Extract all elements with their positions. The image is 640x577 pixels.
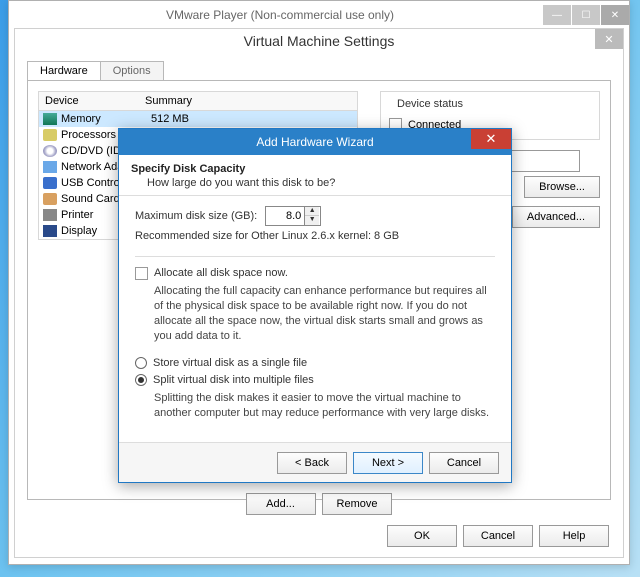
wizard-header: Specify Disk Capacity How large do you w… [119,155,511,196]
device-icon [43,193,57,205]
settings-close-button[interactable]: ✕ [595,29,623,49]
allocate-label: Allocate all disk space now. [154,267,288,279]
add-hardware-wizard: Add Hardware Wizard ✕ Specify Disk Capac… [118,128,512,483]
allocate-description: Allocating the full capacity can enhance… [154,284,495,343]
help-button[interactable]: Help [539,525,609,547]
device-add-remove-buttons: Add... Remove [15,493,623,515]
device-summary: 512 MB [151,113,353,125]
single-file-radio[interactable] [135,357,147,369]
cancel-button[interactable]: Cancel [463,525,533,547]
max-size-label: Maximum disk size (GB): [135,210,257,222]
device-row[interactable]: Memory512 MB [39,111,357,127]
tab-options[interactable]: Options [100,61,164,80]
wizard-title: Add Hardware Wizard [256,135,373,149]
split-file-radio[interactable] [135,374,147,386]
device-name: Memory [61,113,151,125]
vmware-titlebar: VMware Player (Non-commercial use only) … [9,1,629,29]
back-button[interactable]: < Back [277,452,347,474]
remove-button[interactable]: Remove [322,493,393,515]
single-file-row: Store virtual disk as a single file [135,357,495,369]
divider [135,256,495,257]
wizard-cancel-button[interactable]: Cancel [429,452,499,474]
summary-col-header: Summary [139,92,357,110]
spin-down-button[interactable]: ▼ [305,216,319,225]
tab-hardware[interactable]: Hardware [27,61,101,80]
next-button[interactable]: Next > [353,452,423,474]
spin-up-button[interactable]: ▲ [305,207,319,216]
wizard-step-subtitle: How large do you want this disk to be? [147,177,499,189]
dialog-buttons: OK Cancel Help [387,525,609,547]
split-file-label: Split virtual disk into multiple files [153,374,314,386]
device-icon [43,129,57,141]
radio-dot-icon [138,377,144,383]
max-size-input[interactable] [266,210,304,222]
device-icon [43,177,57,189]
settings-window-controls: ✕ [594,29,623,49]
split-file-row: Split virtual disk into multiple files [135,374,495,386]
max-size-row: Maximum disk size (GB): ▲ ▼ [135,206,495,226]
wizard-titlebar[interactable]: Add Hardware Wizard ✕ [119,129,511,155]
vmware-title: VMware Player (Non-commercial use only) [17,8,543,22]
max-size-spinbox[interactable]: ▲ ▼ [265,206,321,226]
ok-button[interactable]: OK [387,525,457,547]
device-icon [43,145,57,157]
vmware-window-controls: — ☐ ✕ [543,5,629,25]
device-col-header: Device [39,92,139,110]
browse-button[interactable]: Browse... [524,176,600,198]
wizard-step-title: Specify Disk Capacity [131,163,499,175]
minimize-button[interactable]: — [543,5,571,25]
settings-tabs: Hardware Options [27,61,623,80]
allocate-checkbox[interactable] [135,267,148,280]
wizard-footer: < Back Next > Cancel [119,442,511,482]
device-icon [43,113,57,125]
add-button[interactable]: Add... [246,493,316,515]
device-icon [43,161,57,173]
split-description: Splitting the disk makes it easier to mo… [154,391,495,421]
wizard-body: Maximum disk size (GB): ▲ ▼ Recommended … [119,196,511,421]
recommended-size-text: Recommended size for Other Linux 2.6.x k… [135,230,495,242]
device-icon [43,209,57,221]
wizard-close-button[interactable]: ✕ [471,129,511,149]
settings-title: Virtual Machine Settings [15,29,623,53]
close-button[interactable]: ✕ [601,5,629,25]
device-list-header: Device Summary [39,92,357,111]
advanced-button[interactable]: Advanced... [512,206,600,228]
maximize-button[interactable]: ☐ [572,5,600,25]
device-icon [43,225,57,237]
spin-buttons: ▲ ▼ [304,207,319,225]
single-file-label: Store virtual disk as a single file [153,357,307,369]
allocate-row: Allocate all disk space now. [135,267,495,280]
device-status-label: Device status [393,98,467,110]
